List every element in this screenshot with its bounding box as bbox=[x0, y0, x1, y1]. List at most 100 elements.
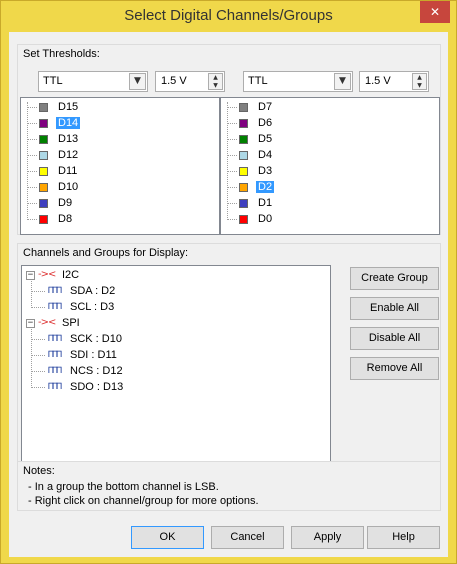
channel-row[interactable]: D14 bbox=[21, 116, 219, 132]
right-voltage-spin[interactable]: ▲ ▼ bbox=[412, 73, 427, 90]
display-tree[interactable]: − ->< I2C ⊓⊓⊓ SDA : D2 ⊓⊓⊓ SCL : D3− ->< SPI ⊓⊓⊓ S… bbox=[21, 265, 331, 462]
signal-label[interactable]: SCL : D3 bbox=[70, 301, 114, 313]
channel-color-swatch bbox=[39, 215, 48, 224]
display-title: Channels and Groups for Display: bbox=[23, 247, 189, 259]
channel-color-swatch bbox=[39, 199, 48, 208]
waveform-icon: ⊓⊓⊓ bbox=[48, 285, 62, 296]
channel-row[interactable]: D6 bbox=[221, 116, 439, 132]
note-line: - Right click on channel/group for more … bbox=[28, 495, 259, 507]
channel-list-right[interactable]: D7 D6 D5 D4 D3 D2 D1 D0 bbox=[220, 97, 440, 235]
tree-line bbox=[27, 155, 37, 156]
remove-all-button[interactable]: Remove All bbox=[350, 357, 439, 380]
spin-up-icon[interactable]: ▲ bbox=[209, 74, 222, 82]
waveform-icon: ⊓⊓⊓ bbox=[48, 333, 62, 344]
tree-line bbox=[27, 107, 37, 108]
channel-label: D12 bbox=[58, 149, 79, 161]
apply-button[interactable]: Apply bbox=[291, 526, 364, 549]
left-voltage-spin[interactable]: ▲ ▼ bbox=[208, 73, 223, 90]
channel-row[interactable]: D15 bbox=[21, 100, 219, 116]
disable-all-button[interactable]: Disable All bbox=[350, 327, 439, 350]
channel-label: D9 bbox=[58, 197, 73, 209]
channel-row[interactable]: D8 bbox=[21, 212, 219, 228]
channel-color-swatch bbox=[239, 199, 248, 208]
right-standard-select[interactable]: TTL ▼ bbox=[243, 71, 353, 92]
collapse-icon[interactable]: − bbox=[26, 271, 35, 280]
channel-row[interactable]: D13 bbox=[21, 132, 219, 148]
left-standard-value: TTL bbox=[43, 75, 63, 87]
tree-line bbox=[31, 371, 45, 372]
channel-color-swatch bbox=[239, 183, 248, 192]
group-label[interactable]: I2C bbox=[62, 269, 79, 281]
enable-all-button[interactable]: Enable All bbox=[350, 297, 439, 320]
signal-label[interactable]: SDO : D13 bbox=[70, 381, 123, 393]
spin-down-icon[interactable]: ▼ bbox=[209, 82, 222, 90]
channel-row[interactable]: D10 bbox=[21, 180, 219, 196]
channel-color-swatch bbox=[239, 103, 248, 112]
channel-row[interactable]: D2 bbox=[221, 180, 439, 196]
channel-row[interactable]: D5 bbox=[221, 132, 439, 148]
tree-line bbox=[31, 387, 45, 388]
ok-button[interactable]: OK bbox=[131, 526, 204, 549]
channel-label: D5 bbox=[258, 133, 273, 145]
left-standard-select[interactable]: TTL ▼ bbox=[38, 71, 148, 92]
channel-row[interactable]: D4 bbox=[221, 148, 439, 164]
thresholds-group: Set Thresholds: TTL ▼ 1.5 V ▲ ▼ TTL ▼ 1.… bbox=[17, 44, 441, 235]
collapse-icon[interactable]: − bbox=[26, 319, 35, 328]
channel-label: D14 bbox=[56, 117, 81, 129]
tree-line bbox=[227, 123, 237, 124]
channel-row[interactable]: D0 bbox=[221, 212, 439, 228]
channel-row[interactable]: D1 bbox=[221, 196, 439, 212]
thresholds-title: Set Thresholds: bbox=[23, 48, 100, 60]
tree-line bbox=[227, 155, 237, 156]
channel-label: D13 bbox=[58, 133, 79, 145]
channel-row[interactable]: D7 bbox=[221, 100, 439, 116]
note-line: - In a group the bottom channel is LSB. bbox=[28, 481, 219, 493]
channel-color-swatch bbox=[239, 135, 248, 144]
spin-up-icon[interactable]: ▲ bbox=[413, 74, 426, 82]
tree-line bbox=[31, 339, 45, 340]
channel-label: D6 bbox=[258, 117, 273, 129]
signal-label[interactable]: SDI : D11 bbox=[70, 349, 117, 361]
tree-line bbox=[27, 139, 37, 140]
channel-row[interactable]: D3 bbox=[221, 164, 439, 180]
channel-color-swatch bbox=[39, 135, 48, 144]
right-voltage-stepper[interactable]: 1.5 V ▲ ▼ bbox=[359, 71, 429, 92]
bus-group-icon: ->< bbox=[38, 269, 56, 280]
tree-line bbox=[27, 123, 37, 124]
channel-color-swatch bbox=[239, 119, 248, 128]
waveform-icon: ⊓⊓⊓ bbox=[48, 365, 62, 376]
channel-row[interactable]: D11 bbox=[21, 164, 219, 180]
dialog-client: Set Thresholds: TTL ▼ 1.5 V ▲ ▼ TTL ▼ 1.… bbox=[9, 32, 448, 557]
channel-label: D4 bbox=[258, 149, 273, 161]
close-button[interactable]: ✕ bbox=[420, 1, 450, 23]
tree-line bbox=[227, 107, 237, 108]
channel-color-swatch bbox=[239, 215, 248, 224]
left-voltage-stepper[interactable]: 1.5 V ▲ ▼ bbox=[155, 71, 225, 92]
window-title: Select Digital Channels/Groups bbox=[124, 7, 333, 24]
help-button[interactable]: Help bbox=[367, 526, 440, 549]
waveform-icon: ⊓⊓⊓ bbox=[48, 381, 62, 392]
chevron-down-icon[interactable]: ▼ bbox=[129, 73, 146, 90]
signal-label[interactable]: SCK : D10 bbox=[70, 333, 122, 345]
tree-line bbox=[31, 307, 45, 308]
spin-down-icon[interactable]: ▼ bbox=[413, 82, 426, 90]
create-group-button[interactable]: Create Group bbox=[350, 267, 439, 290]
signal-label[interactable]: SDA : D2 bbox=[70, 285, 115, 297]
tree-line bbox=[227, 187, 237, 188]
channel-label: D10 bbox=[58, 181, 79, 193]
channel-row[interactable]: D9 bbox=[21, 196, 219, 212]
bus-group-icon: ->< bbox=[38, 317, 56, 328]
tree-line bbox=[227, 139, 237, 140]
channel-color-swatch bbox=[239, 151, 248, 160]
channel-row[interactable]: D12 bbox=[21, 148, 219, 164]
channel-label: D3 bbox=[258, 165, 273, 177]
channel-color-swatch bbox=[239, 167, 248, 176]
channel-label: D8 bbox=[58, 213, 73, 225]
group-label[interactable]: SPI bbox=[62, 317, 80, 329]
chevron-down-icon[interactable]: ▼ bbox=[334, 73, 351, 90]
channel-list-left[interactable]: D15 D14 D13 D12 D11 D10 D9 D8 bbox=[20, 97, 220, 235]
cancel-button[interactable]: Cancel bbox=[211, 526, 284, 549]
dialog-window: Select Digital Channels/Groups ✕ Set Thr… bbox=[0, 0, 457, 564]
signal-label[interactable]: NCS : D12 bbox=[70, 365, 123, 377]
title-bar[interactable]: Select Digital Channels/Groups ✕ bbox=[1, 1, 456, 31]
